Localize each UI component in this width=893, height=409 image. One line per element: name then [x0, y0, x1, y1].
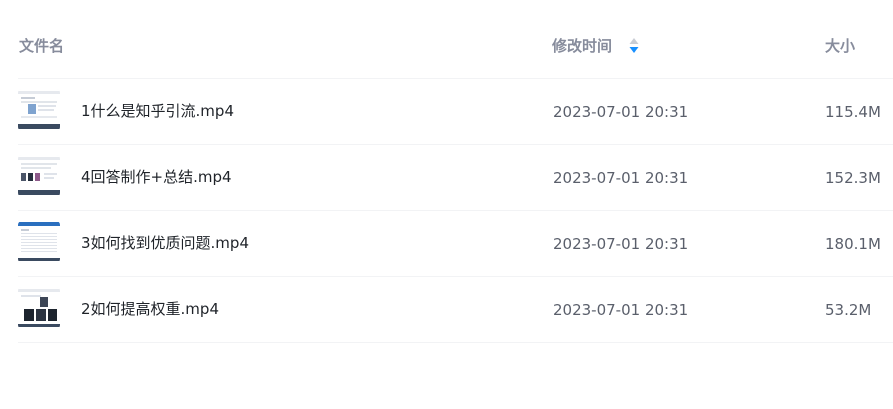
- column-header-size[interactable]: 大小: [825, 36, 855, 56]
- file-list-table: 文件名 修改时间 大小 1什么是知乎引流.mp4 2023-07-01 20:3…: [18, 0, 893, 343]
- video-thumbnail-icon: [18, 89, 60, 131]
- file-name[interactable]: 4回答制作+总结.mp4: [81, 167, 232, 187]
- file-modified-time: 2023-07-01 20:31: [553, 169, 689, 187]
- table-row[interactable]: 3如何找到优质问题.mp4 2023-07-01 20:31 180.1M: [18, 211, 893, 277]
- file-name[interactable]: 2如何提高权重.mp4: [81, 299, 219, 319]
- video-thumbnail-icon: [18, 287, 60, 329]
- table-row[interactable]: 4回答制作+总结.mp4 2023-07-01 20:31 152.3M: [18, 145, 893, 211]
- table-row[interactable]: 1什么是知乎引流.mp4 2023-07-01 20:31 115.4M: [18, 79, 893, 145]
- file-name[interactable]: 1什么是知乎引流.mp4: [81, 101, 234, 121]
- file-size: 152.3M: [825, 169, 881, 187]
- video-thumbnail-icon: [18, 155, 60, 197]
- sort-arrows-icon[interactable]: [629, 37, 639, 55]
- column-header-name[interactable]: 文件名: [19, 36, 64, 56]
- file-modified-time: 2023-07-01 20:31: [553, 103, 689, 121]
- file-size: 115.4M: [825, 103, 881, 121]
- table-row[interactable]: 2如何提高权重.mp4 2023-07-01 20:31 53.2M: [18, 277, 893, 343]
- column-header-modified[interactable]: 修改时间: [552, 36, 612, 56]
- file-name[interactable]: 3如何找到优质问题.mp4: [81, 233, 249, 253]
- file-modified-time: 2023-07-01 20:31: [553, 301, 689, 319]
- file-size: 53.2M: [825, 301, 872, 319]
- file-modified-time: 2023-07-01 20:31: [553, 235, 689, 253]
- table-header: 文件名 修改时间 大小: [18, 0, 893, 79]
- file-size: 180.1M: [825, 235, 881, 253]
- video-thumbnail-icon: [18, 221, 60, 263]
